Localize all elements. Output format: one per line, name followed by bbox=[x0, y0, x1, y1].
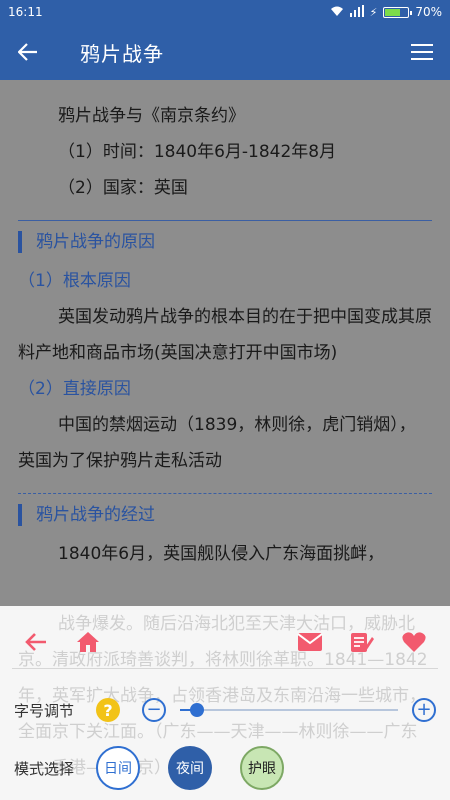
wifi-icon bbox=[330, 5, 344, 20]
intro-line: 鸦片战争与《南京条约》 bbox=[58, 106, 245, 126]
font-size-label: 字号调节 bbox=[14, 701, 75, 720]
slider-track bbox=[180, 709, 398, 711]
battery-icon bbox=[383, 6, 413, 18]
menu-icon bbox=[411, 44, 433, 60]
intro-line: （2）国家：英国 bbox=[58, 178, 188, 198]
message-button[interactable] bbox=[292, 624, 328, 660]
arrow-left-icon bbox=[18, 43, 37, 61]
arrow-left-icon bbox=[25, 633, 46, 651]
paragraph: 英国发动鸦片战争的根本目的在于把中国变成其原料产地和商品市场(英国决意打开中国市… bbox=[18, 307, 432, 363]
decrease-font-button[interactable]: − bbox=[142, 698, 166, 722]
eye-care-mode-button[interactable]: 护眼 bbox=[240, 746, 284, 790]
mode-row: 模式选择 日间 夜间 护眼 bbox=[0, 744, 450, 792]
heart-icon bbox=[402, 632, 426, 652]
mail-icon bbox=[297, 633, 323, 651]
paragraph: 1840年6月，英国舰队侵入广东海面挑衅， bbox=[58, 544, 385, 564]
slider-knob[interactable] bbox=[190, 703, 205, 717]
intro-line: （1）时间：1840年6月-1842年8月 bbox=[58, 142, 337, 162]
section-divider bbox=[18, 493, 432, 494]
night-mode-button[interactable]: 夜间 bbox=[168, 746, 212, 790]
charging-icon: ⚡ bbox=[369, 5, 378, 19]
section-divider bbox=[18, 220, 432, 221]
app-bar: 鸦片战争 bbox=[0, 24, 450, 80]
panel-divider bbox=[12, 668, 438, 669]
favorite-button[interactable] bbox=[396, 624, 432, 660]
battery-percent: 70% bbox=[415, 5, 442, 19]
sub-title: （2）直接原因 bbox=[18, 379, 131, 399]
back-button[interactable] bbox=[0, 24, 56, 80]
font-size-slider[interactable] bbox=[180, 698, 398, 722]
home-button[interactable] bbox=[70, 624, 106, 660]
font-size-row: 字号调节 ? − + bbox=[0, 690, 450, 730]
action-bar bbox=[0, 618, 450, 666]
home-icon bbox=[77, 632, 99, 652]
menu-button[interactable] bbox=[394, 24, 450, 80]
reader-settings-panel: 战争爆发。随后沿海北犯至天津大沽口，威胁北京。清政府派琦善谈判，将林则徐革职。1… bbox=[0, 606, 450, 800]
paragraph: 中国的禁烟运动（1839，林则徐，虎门销烟），英国为了保护鸦片走私活动 bbox=[18, 415, 416, 471]
help-icon[interactable]: ? bbox=[96, 698, 120, 722]
increase-font-button[interactable]: + bbox=[412, 698, 436, 722]
mode-label: 模式选择 bbox=[14, 759, 75, 778]
note-button[interactable] bbox=[344, 624, 380, 660]
section-title: 鸦片战争的经过 bbox=[18, 504, 432, 526]
sub-title: （1）根本原因 bbox=[18, 271, 131, 291]
section-title: 鸦片战争的原因 bbox=[18, 231, 432, 253]
back-arrow-button[interactable] bbox=[18, 624, 54, 660]
status-bar: 16:11 ⚡ 70% bbox=[0, 0, 450, 24]
edit-note-icon bbox=[351, 633, 374, 652]
signal-icon bbox=[349, 4, 364, 20]
day-mode-button[interactable]: 日间 bbox=[96, 746, 140, 790]
status-time: 16:11 bbox=[8, 5, 43, 19]
page-title: 鸦片战争 bbox=[80, 41, 164, 66]
